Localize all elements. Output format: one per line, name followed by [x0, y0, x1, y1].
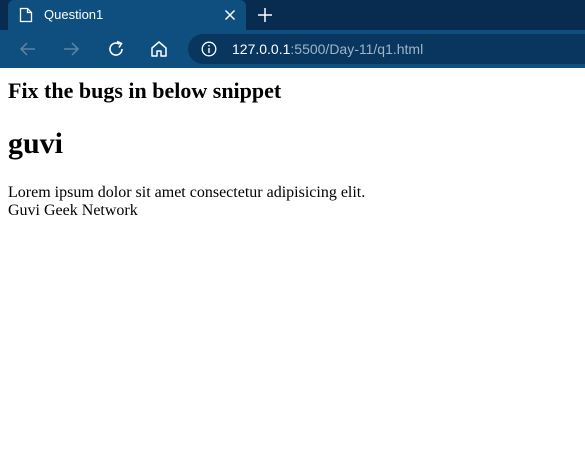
- page-title: guvi: [8, 127, 64, 160]
- tab-title: Question1: [44, 7, 104, 22]
- reload-button[interactable]: [106, 39, 126, 59]
- home-button[interactable]: [149, 39, 169, 59]
- arrow-right-icon: [64, 42, 80, 56]
- url-host: 127.0.0.1: [232, 41, 291, 57]
- tab-question1[interactable]: Question1: [8, 0, 246, 30]
- arrow-left-icon: [19, 42, 35, 56]
- plus-icon[interactable]: [256, 6, 274, 24]
- page-icon: [19, 7, 33, 23]
- url-path: :5500/Day-11/q1.html: [290, 41, 424, 57]
- network-text: Guvi Geek Network: [8, 202, 138, 219]
- info-icon[interactable]: [201, 41, 217, 57]
- page-content: Fix the bugs in below snippet guvi Lorem…: [0, 68, 585, 458]
- browser-chrome: Question1 127.0.0.1:5500/Day-11/q1.html: [0, 0, 585, 68]
- paragraph-text: Lorem ipsum dolor sit amet consectetur a…: [8, 184, 366, 201]
- close-icon[interactable]: [223, 8, 237, 22]
- reload-icon: [109, 40, 123, 56]
- back-button[interactable]: [18, 39, 38, 59]
- url-text[interactable]: 127.0.0.1:5500/Day-11/q1.html: [232, 41, 423, 57]
- toolbar: 127.0.0.1:5500/Day-11/q1.html: [0, 30, 585, 68]
- home-icon: [151, 41, 167, 57]
- forward-button[interactable]: [61, 39, 81, 59]
- page-heading: Fix the bugs in below snippet: [8, 78, 282, 103]
- address-bar[interactable]: 127.0.0.1:5500/Day-11/q1.html: [188, 34, 585, 64]
- tab-strip: Question1: [0, 0, 585, 30]
